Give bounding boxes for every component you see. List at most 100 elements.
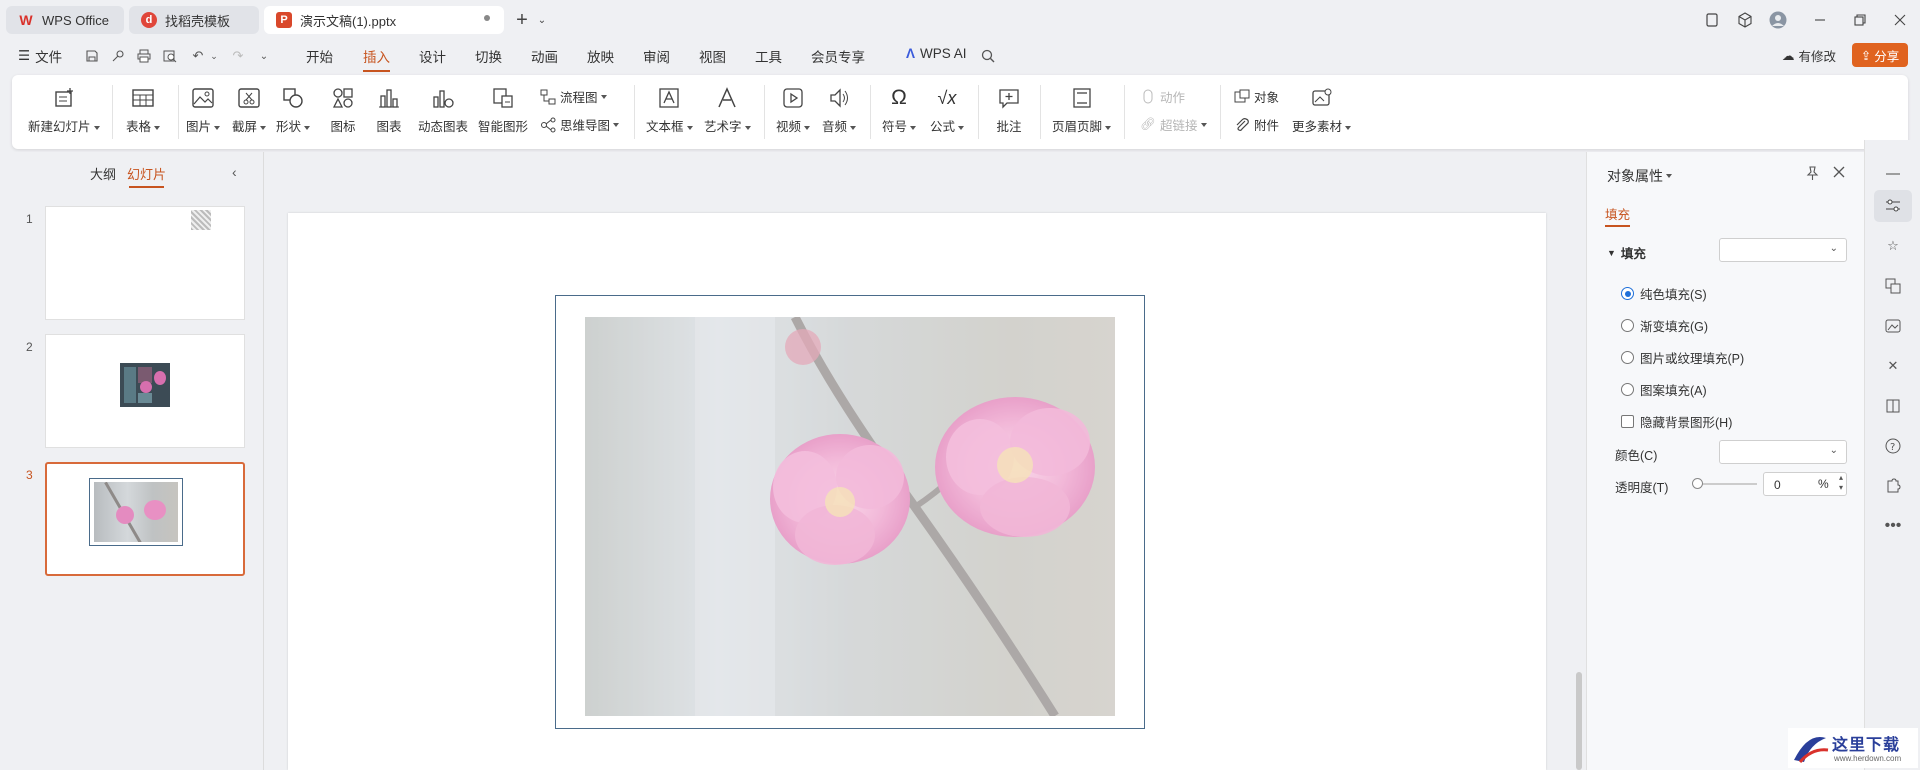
avatar[interactable] xyxy=(1768,10,1788,30)
transparency-slider-track[interactable] xyxy=(1692,478,1757,489)
fill-dropdown[interactable]: ⌄ xyxy=(1719,238,1847,262)
scrollbar-thumb[interactable] xyxy=(1576,672,1582,770)
wordart-button[interactable]: 艺术字 xyxy=(704,85,751,135)
slide-thumbnail-3[interactable] xyxy=(45,462,245,576)
menu-insert[interactable]: 插入 xyxy=(363,46,390,72)
pattern-fill-option[interactable]: 图案填充(A) xyxy=(1621,380,1707,399)
canvas-vertical-scrollbar[interactable] xyxy=(1572,152,1586,770)
textbox-button[interactable]: 文本框 xyxy=(646,85,693,135)
menu-design[interactable]: 设计 xyxy=(419,46,446,66)
cube-icon[interactable] xyxy=(1735,10,1755,30)
share-button[interactable]: ⇪ 分享 xyxy=(1852,43,1908,67)
search-icon[interactable] xyxy=(980,48,996,64)
dynamic-chart-button[interactable]: 动态图表 xyxy=(418,85,468,135)
tab-fill-label: 填充 xyxy=(1605,208,1631,222)
transparency-input[interactable]: 0 % ▴ ▾ xyxy=(1763,472,1847,496)
menu-tools[interactable]: 工具 xyxy=(755,46,782,66)
menu-transition[interactable]: 切换 xyxy=(475,46,502,66)
puzzle-icon[interactable] xyxy=(1883,476,1903,496)
slide-thumbnail-2[interactable] xyxy=(45,334,245,448)
undo-icon[interactable]: ↶ xyxy=(190,48,206,64)
picture-button[interactable]: 图片 xyxy=(186,85,220,135)
tab-outline[interactable]: 大纲 xyxy=(90,164,116,183)
transparency-slider-handle[interactable] xyxy=(1692,478,1703,489)
formula-icon: √x xyxy=(937,87,957,108)
redo-icon: ↷ xyxy=(232,48,244,63)
gradient-fill-option[interactable]: 渐变填充(G) xyxy=(1621,316,1708,335)
shape-button[interactable]: 形状 xyxy=(276,85,310,135)
fill-section-header[interactable]: ▼ 填充 xyxy=(1607,243,1646,262)
header-footer-button[interactable]: 页眉页脚 xyxy=(1052,85,1111,135)
slide-thumbnail-1[interactable] xyxy=(45,206,245,320)
hide-background-checkbox[interactable]: 隐藏背景图形(H) xyxy=(1621,412,1732,431)
properties-tool-active[interactable] xyxy=(1874,190,1912,222)
mindmap-button[interactable]: 思维导图 xyxy=(540,115,619,134)
object-button[interactable]: 对象 xyxy=(1234,87,1279,106)
minimize-icon[interactable] xyxy=(1810,10,1830,30)
new-tab-plus-icon[interactable]: + xyxy=(512,9,532,31)
modify-status-label: 有修改 xyxy=(1798,50,1837,64)
more-icon[interactable]: ••• xyxy=(1883,516,1903,536)
tab-list-chevron-icon[interactable]: ⌄ xyxy=(532,10,552,30)
image-edit-icon[interactable] xyxy=(1883,316,1903,336)
icon-button[interactable]: 图标 xyxy=(330,85,356,135)
spinner-icon[interactable]: ▴ ▾ xyxy=(1839,473,1843,493)
print-icon[interactable] xyxy=(136,48,152,64)
menu-start[interactable]: 开始 xyxy=(306,46,333,66)
tab-wps-office[interactable]: W WPS Office xyxy=(6,6,124,34)
video-button[interactable]: 视频 xyxy=(776,85,810,135)
flowchart-button[interactable]: 流程图 xyxy=(540,87,607,106)
option-label: 图案填充(A) xyxy=(1640,384,1707,398)
symbol-button[interactable]: Ω 符号 xyxy=(882,85,916,135)
tab-docer[interactable]: d 找稻壳模板 xyxy=(129,6,259,34)
window-mode-icon[interactable] xyxy=(1702,10,1722,30)
color-dropdown[interactable]: ⌄ xyxy=(1719,440,1847,464)
more-chevron-icon[interactable]: ⌄ xyxy=(256,48,272,64)
smart-graphic-button[interactable]: 智能图形 xyxy=(478,85,528,135)
menu-review[interactable]: 审阅 xyxy=(643,46,670,66)
attachment-button[interactable]: 附件 xyxy=(1234,115,1279,134)
copy-layers-icon[interactable] xyxy=(1883,276,1903,296)
percent-sign: % xyxy=(1818,477,1829,491)
menu-member[interactable]: 会员专享 xyxy=(811,46,865,66)
book-icon[interactable] xyxy=(1883,396,1903,416)
help-icon[interactable]: ? xyxy=(1883,436,1903,456)
formula-button[interactable]: √x 公式 xyxy=(930,85,964,135)
audio-button[interactable]: 音频 xyxy=(822,85,856,135)
collapse-line-icon[interactable] xyxy=(1883,164,1903,184)
menu-animation[interactable]: 动画 xyxy=(531,46,558,66)
picture-texture-fill-option[interactable]: 图片或纹理填充(P) xyxy=(1621,348,1744,367)
panel-title[interactable]: 对象属性 xyxy=(1607,166,1672,186)
tools-icon[interactable]: ✕ xyxy=(1883,356,1903,376)
pin-tool-icon[interactable] xyxy=(110,48,126,64)
screenshot-button[interactable]: 截屏 xyxy=(232,85,266,135)
table-button[interactable]: 表格 xyxy=(126,85,160,135)
tab-slides[interactable]: 幻灯片 xyxy=(127,164,166,188)
restore-icon[interactable] xyxy=(1850,10,1870,30)
print-preview-icon[interactable] xyxy=(162,48,178,64)
tab-presentation[interactable]: P 演示文稿(1).pptx xyxy=(264,6,504,34)
menu-slideshow[interactable]: 放映 xyxy=(587,46,614,66)
video-label: 视频 xyxy=(776,116,810,135)
undo-chevron-icon[interactable]: ⌄ xyxy=(206,48,222,64)
star-icon[interactable]: ☆ xyxy=(1883,236,1903,256)
wps-ai-button[interactable]: Ʌ WPS AI xyxy=(906,46,967,61)
header-footer-label: 页眉页脚 xyxy=(1052,116,1111,135)
tab-fill[interactable]: 填充 xyxy=(1605,204,1631,227)
chart-button[interactable]: 图表 xyxy=(376,85,402,135)
plum-blossom-photo[interactable] xyxy=(585,317,1115,716)
solid-fill-option[interactable]: 纯色填充(S) xyxy=(1621,284,1707,303)
close-panel-icon[interactable] xyxy=(1833,166,1845,178)
comment-button[interactable]: 批注 xyxy=(996,85,1022,135)
new-slide-button[interactable]: 新建幻灯片 xyxy=(28,85,100,135)
save-icon[interactable] xyxy=(84,48,100,64)
docer-icon: d xyxy=(141,12,157,28)
pin-icon[interactable] xyxy=(1805,166,1819,180)
close-window-icon[interactable] xyxy=(1890,10,1910,30)
table-label: 表格 xyxy=(126,116,160,135)
file-menu[interactable]: ☰ 文件 xyxy=(18,46,62,66)
more-materials-button[interactable]: 更多素材 xyxy=(1292,85,1351,135)
collapse-panel-chevron-icon[interactable]: ‹ xyxy=(232,164,237,180)
menu-view[interactable]: 视图 xyxy=(699,46,726,66)
modify-status-button[interactable]: ☁ 有修改 xyxy=(1782,46,1836,65)
